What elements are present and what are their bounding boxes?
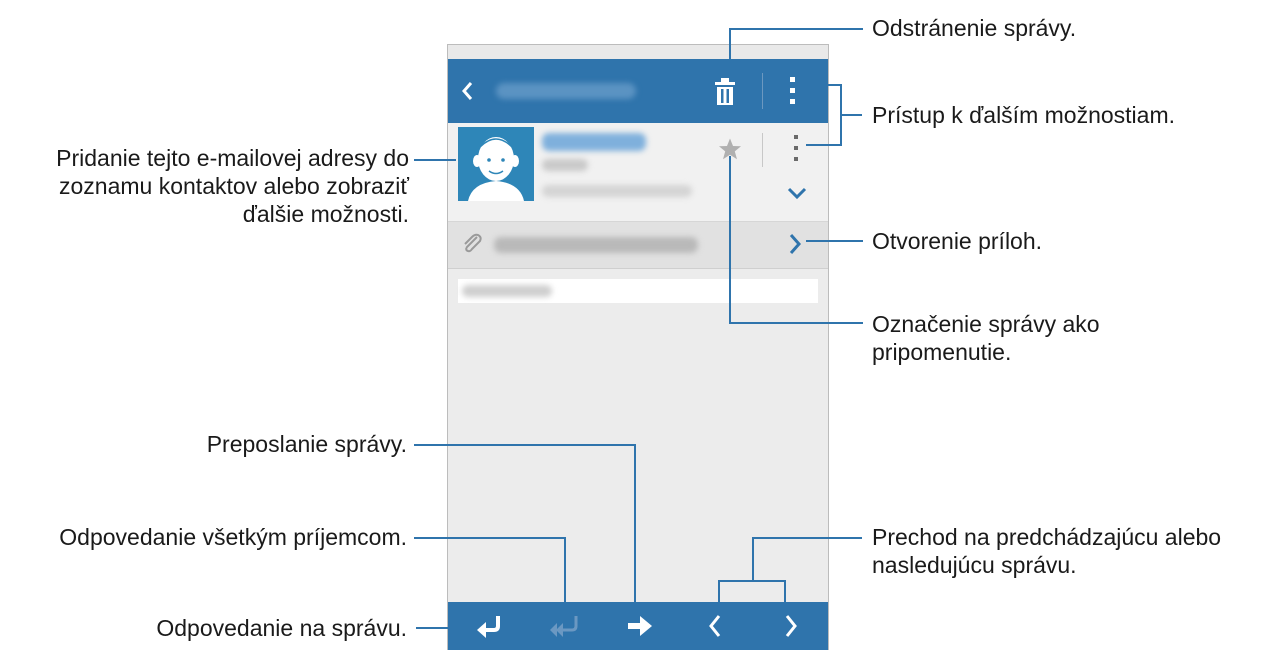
annotation-mark-reminder: Označenie správy ako pripomenutie. (872, 311, 1100, 365)
chevron-left-icon[interactable] (458, 79, 478, 103)
sender-detail-blurred (542, 159, 588, 171)
top-toolbar (448, 59, 828, 123)
reply-all-icon[interactable] (548, 614, 582, 638)
annotation-prev-next: Prechod na predchádzajúcu alebo nasleduj… (872, 524, 1222, 578)
leader-reply (416, 627, 456, 629)
leader-more-options (806, 144, 842, 146)
annotation-reply: Odpovedanie na správu. (156, 615, 407, 641)
phone-screen (447, 44, 829, 650)
leader-reply-all (564, 537, 566, 611)
chevron-right-icon[interactable] (782, 612, 800, 640)
leader-open-attachments (806, 240, 863, 242)
chevron-right-icon[interactable] (786, 231, 804, 257)
leader-more-options (806, 84, 842, 86)
leader-delete (729, 28, 731, 70)
annotation-more-options: Prístup k ďalším možnostiam. (872, 102, 1175, 128)
attachment-name-blurred (494, 237, 698, 253)
sender-date-blurred (542, 185, 692, 197)
annotation-open-attachments: Otvorenie príloh. (872, 228, 1043, 254)
annotation-add-contact: Pridanie tejto e-mailovej adresy do zozn… (56, 145, 409, 227)
paperclip-icon (464, 233, 482, 253)
annotation-delete: Odstránenie správy. (872, 15, 1077, 41)
forward-icon[interactable] (625, 614, 655, 638)
vertical-dots-icon[interactable] (792, 133, 802, 165)
leader-mark-reminder (729, 156, 731, 324)
chevron-down-icon[interactable] (786, 185, 808, 201)
reply-icon[interactable] (474, 614, 504, 638)
leader-prev-next (752, 537, 754, 581)
chevron-left-icon[interactable] (706, 612, 724, 640)
sender-name-blurred (542, 133, 646, 151)
contact-avatar-icon[interactable] (458, 127, 534, 201)
leader-more-options (840, 114, 862, 116)
annotation-reply-all: Odpovedanie všetkým príjemcom. (59, 524, 407, 550)
annotation-forward: Preposlanie správy. (206, 431, 407, 457)
vertical-dots-icon[interactable] (788, 75, 798, 107)
leader-prev-next (752, 537, 862, 539)
leader-prev-next (784, 580, 786, 606)
leader-mark-reminder (729, 322, 863, 324)
leader-forward (414, 444, 636, 446)
leader-delete (729, 28, 863, 30)
status-strip (448, 45, 828, 59)
trash-icon[interactable] (712, 77, 738, 107)
leader-prev-next (718, 580, 720, 606)
message-body-blurred (462, 285, 552, 297)
header-divider (762, 133, 763, 167)
message-body (458, 279, 818, 303)
leader-add-contact (414, 159, 456, 161)
toolbar-divider (762, 73, 763, 109)
leader-reply-all (414, 537, 566, 539)
leader-prev-next (718, 580, 786, 582)
folder-title-blurred (496, 83, 636, 99)
bottom-toolbar (448, 602, 828, 650)
leader-forward (634, 444, 636, 610)
